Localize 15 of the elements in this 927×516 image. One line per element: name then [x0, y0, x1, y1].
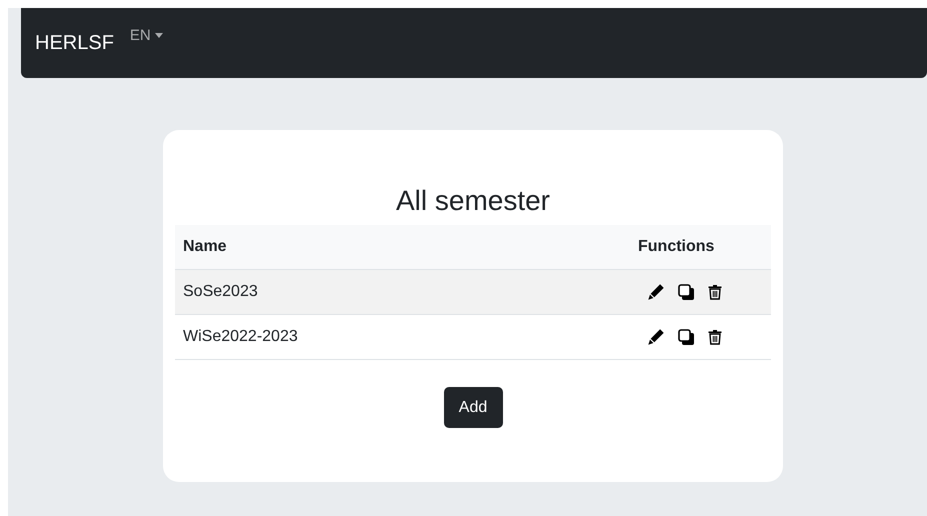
- trash-icon[interactable]: [708, 284, 722, 300]
- copy-icon[interactable]: [678, 329, 694, 345]
- pencil-icon[interactable]: [648, 284, 664, 300]
- column-header: Name: [182, 238, 228, 256]
- caret-icon: [154, 32, 163, 38]
- language-dropdown[interactable]: EN: [130, 26, 163, 44]
- add-button[interactable]: Add: [444, 387, 502, 428]
- trash-icon[interactable]: [708, 329, 722, 345]
- brand-link[interactable]: HERLSF: [35, 32, 114, 54]
- table-cell-text: WiSe2022-2023: [182, 328, 299, 346]
- page-title: All semester: [394, 185, 552, 217]
- table-cell-text: SoSe2023: [182, 283, 259, 301]
- column-header: Functions: [638, 238, 716, 256]
- copy-icon[interactable]: [678, 284, 694, 300]
- pencil-icon[interactable]: [648, 329, 664, 345]
